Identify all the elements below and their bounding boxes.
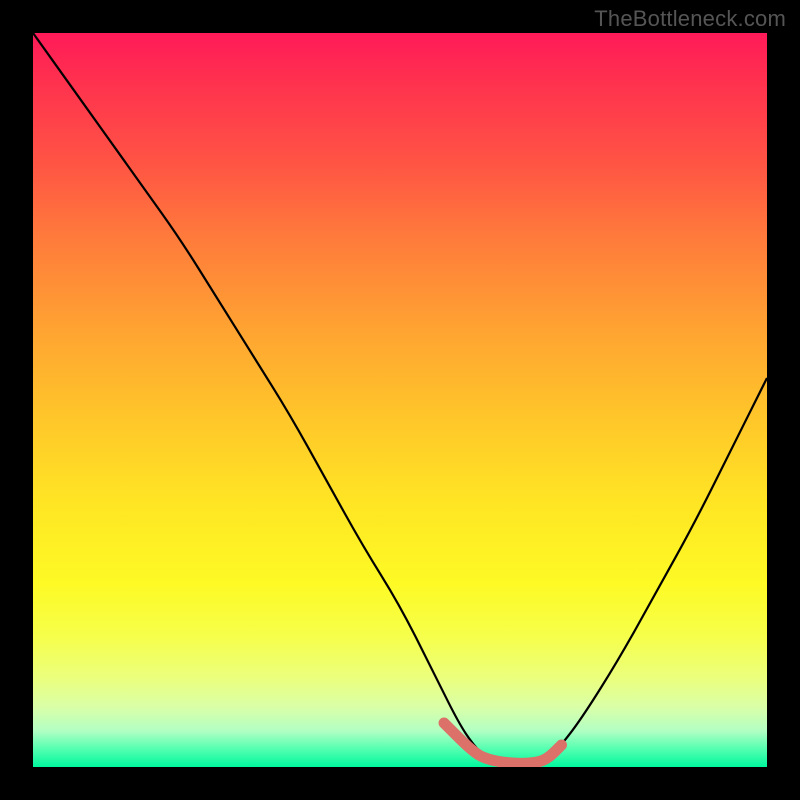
chart-plot-area: [33, 33, 767, 767]
bottleneck-curve-line: [33, 33, 767, 767]
acceptable-range-marker: [444, 723, 561, 763]
chart-svg: [33, 33, 767, 767]
attribution-text: TheBottleneck.com: [594, 6, 786, 32]
